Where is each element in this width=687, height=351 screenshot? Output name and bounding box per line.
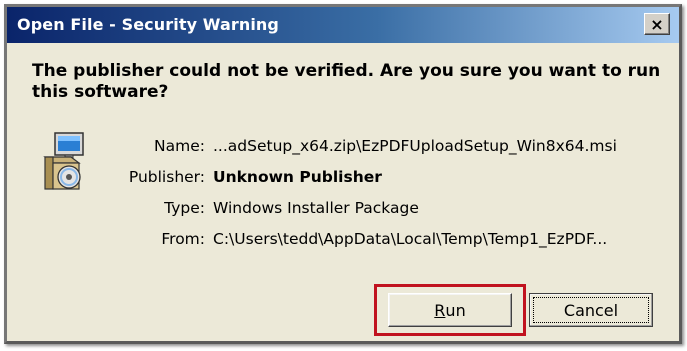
windows-installer-icon [43, 132, 84, 190]
name-value: ...adSetup_x64.zip\EzPDFUploadSetup_Win8… [213, 137, 617, 155]
from-label: From: [161, 230, 205, 248]
security-warning-dialog: Open File - Security Warning × The publi… [4, 4, 682, 344]
dialog-title: Open File - Security Warning [17, 15, 279, 34]
cancel-button[interactable]: Cancel [529, 293, 653, 327]
run-label: un [445, 300, 466, 320]
run-button[interactable]: Run [388, 293, 512, 327]
publisher-row: Publisher: Unknown Publisher [97, 168, 677, 199]
publisher-value: Unknown Publisher [213, 168, 382, 186]
name-row: Name: ...adSetup_x64.zip\EzPDFUploadSetu… [97, 137, 677, 168]
file-details: Name: ...adSetup_x64.zip\EzPDFUploadSetu… [97, 137, 677, 261]
from-row: From: C:\Users\tedd\AppData\Local\Temp\T… [97, 230, 677, 261]
type-value: Windows Installer Package [213, 199, 419, 217]
name-label: Name: [154, 137, 205, 155]
run-mnemonic: R [434, 300, 446, 320]
type-row: Type: Windows Installer Package [97, 199, 677, 230]
publisher-label: Publisher: [128, 168, 205, 186]
warning-message: The publisher could not be verified. Are… [32, 61, 661, 102]
from-value: C:\Users\tedd\AppData\Local\Temp\Temp1_E… [213, 230, 608, 248]
type-label: Type: [164, 199, 205, 217]
close-icon: × [650, 14, 664, 34]
close-button[interactable]: × [644, 13, 670, 35]
title-bar[interactable]: Open File - Security Warning × [7, 7, 679, 43]
